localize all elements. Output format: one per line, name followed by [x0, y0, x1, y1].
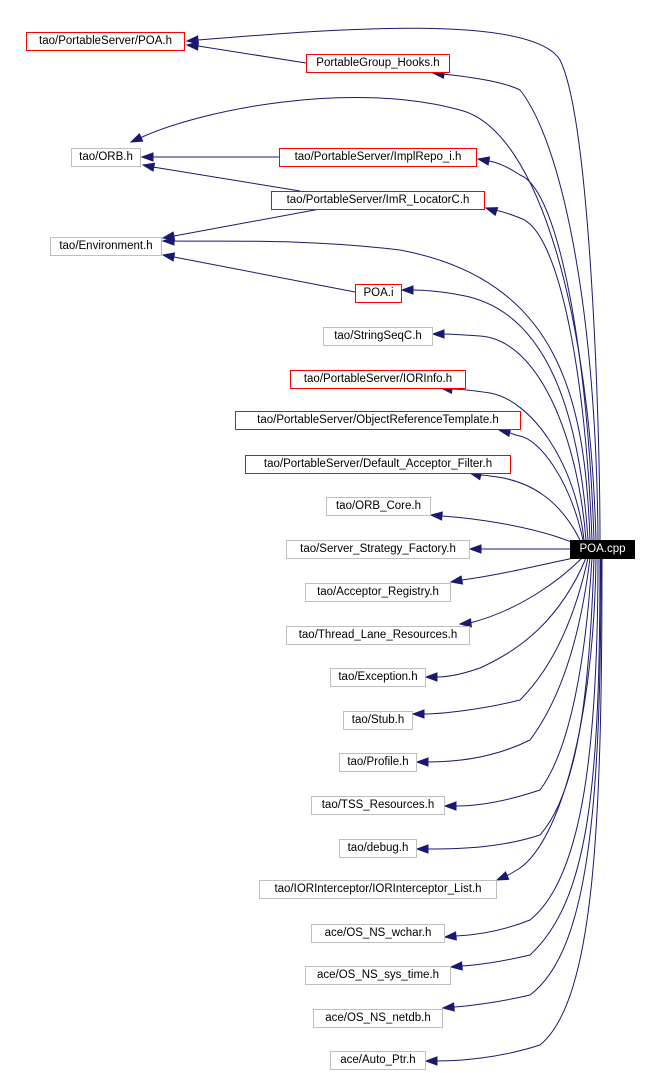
node-imr-locatorc-h[interactable]: tao/PortableServer/ImR_LocatorC.h [271, 191, 485, 210]
edge-pg_hooks-to-poa_h [185, 41, 307, 64]
arrowhead-icon [400, 285, 414, 295]
node-iorinfo-h[interactable]: tao/PortableServer/IORInfo.h [290, 370, 466, 389]
arrowhead-icon [468, 544, 482, 554]
node-implrepo-i-h[interactable]: tao/PortableServer/ImplRepo_i.h [279, 148, 477, 167]
node-default-acceptor-filter-h[interactable]: tao/PortableServer/Default_Acceptor_Filt… [245, 455, 511, 474]
node-orb-h[interactable]: tao/ORB.h [71, 148, 141, 167]
arrowhead-icon [129, 133, 144, 143]
edge-line [441, 515, 575, 544]
edge-line [491, 209, 593, 541]
arrowhead-icon [429, 511, 443, 521]
edge-line [443, 333, 587, 541]
edge-poa_cpp-to-systime [449, 557, 601, 971]
edge-line [436, 557, 587, 678]
node-tss-resources-h[interactable]: tao/TSS_Resources.h [311, 796, 445, 815]
arrowhead-icon [443, 801, 457, 811]
edge-line [427, 557, 591, 763]
node-objectreferencetemplate-h[interactable]: tao/PortableServer/ObjectReferenceTempla… [235, 411, 521, 430]
arrowhead-icon [424, 1056, 438, 1066]
arrowhead-icon [161, 252, 176, 262]
edge-poa_cpp-to-ssf [468, 544, 570, 554]
node-environment-h[interactable]: tao/Environment.h [50, 237, 162, 256]
edge-line [173, 256, 356, 293]
node-poa-i[interactable]: POA.i [355, 284, 402, 303]
edge-poa_cpp-to-orb_core [429, 511, 575, 544]
edge-imr_locator-to-orb_h [141, 162, 301, 192]
node-os-ns-netdb-h[interactable]: ace/OS_NS_netdb.h [313, 1009, 443, 1028]
node-portablegroup-hooks-h[interactable]: PortableGroup_Hooks.h [306, 54, 450, 73]
arrowhead-icon [431, 329, 445, 339]
edge-line [197, 45, 307, 64]
arrowhead-icon [411, 709, 425, 719]
node-iorinterceptor-list-h[interactable]: tao/IORInterceptor/IORInterceptor_List.h [259, 880, 497, 899]
edge-implrepo-to-orb_h [140, 152, 279, 162]
arrowhead-icon [415, 844, 429, 854]
node-profile-h[interactable]: tao/Profile.h [339, 753, 417, 772]
arrowhead-icon [449, 961, 463, 971]
arrowhead-icon [141, 162, 156, 172]
edge-poa_cpp-to-acc_reg [449, 557, 575, 585]
arrowhead-icon [441, 1002, 455, 1012]
node-orb-core-h[interactable]: tao/ORB_Core.h [326, 497, 431, 516]
edge-imr_locator-to-environment [161, 208, 321, 241]
node-debug-h[interactable]: tao/debug.h [339, 839, 417, 858]
node-os-ns-sys-time-h[interactable]: ace/OS_NS_sys_time.h [305, 966, 451, 985]
arrowhead-icon [443, 931, 457, 941]
edge-poa_cpp-to-daf [468, 471, 581, 541]
node-exception-h[interactable]: tao/Exception.h [330, 668, 426, 687]
node-acceptor-registry-h[interactable]: tao/Acceptor_Registry.h [305, 583, 451, 602]
edge-poa_i-to-environment [161, 252, 356, 293]
node-os-ns-wchar-h[interactable]: ace/OS_NS_wchar.h [311, 924, 445, 943]
node-poa-h[interactable]: tao/PortableServer/POA.h [26, 32, 185, 51]
edge-line [461, 557, 575, 581]
edge-line [469, 557, 583, 624]
edge-line [453, 557, 602, 1008]
edge-line [173, 208, 321, 237]
edge-line [152, 166, 301, 192]
arrowhead-icon [484, 207, 499, 217]
node-stub-h[interactable]: tao/Stub.h [343, 711, 413, 730]
arrowhead-icon [140, 152, 154, 162]
arrowhead-icon [449, 575, 464, 585]
arrowhead-icon [476, 156, 491, 166]
node-poa-cpp: POA.cpp [570, 540, 635, 559]
edge-poa_cpp-to-tlr [458, 557, 583, 628]
node-auto-ptr-h[interactable]: ace/Auto_Ptr.h [330, 1051, 426, 1070]
arrowhead-icon [495, 871, 510, 881]
node-stringseqc-h[interactable]: tao/StringSeqC.h [323, 327, 433, 346]
node-server-strategy-factory-h[interactable]: tao/Server_Strategy_Factory.h [286, 540, 470, 559]
arrowhead-icon [415, 757, 429, 767]
arrowhead-icon [185, 41, 199, 51]
node-thread-lane-resources-h[interactable]: tao/Thread_Lane_Resources.h [286, 626, 470, 645]
arrowhead-icon [424, 672, 438, 682]
